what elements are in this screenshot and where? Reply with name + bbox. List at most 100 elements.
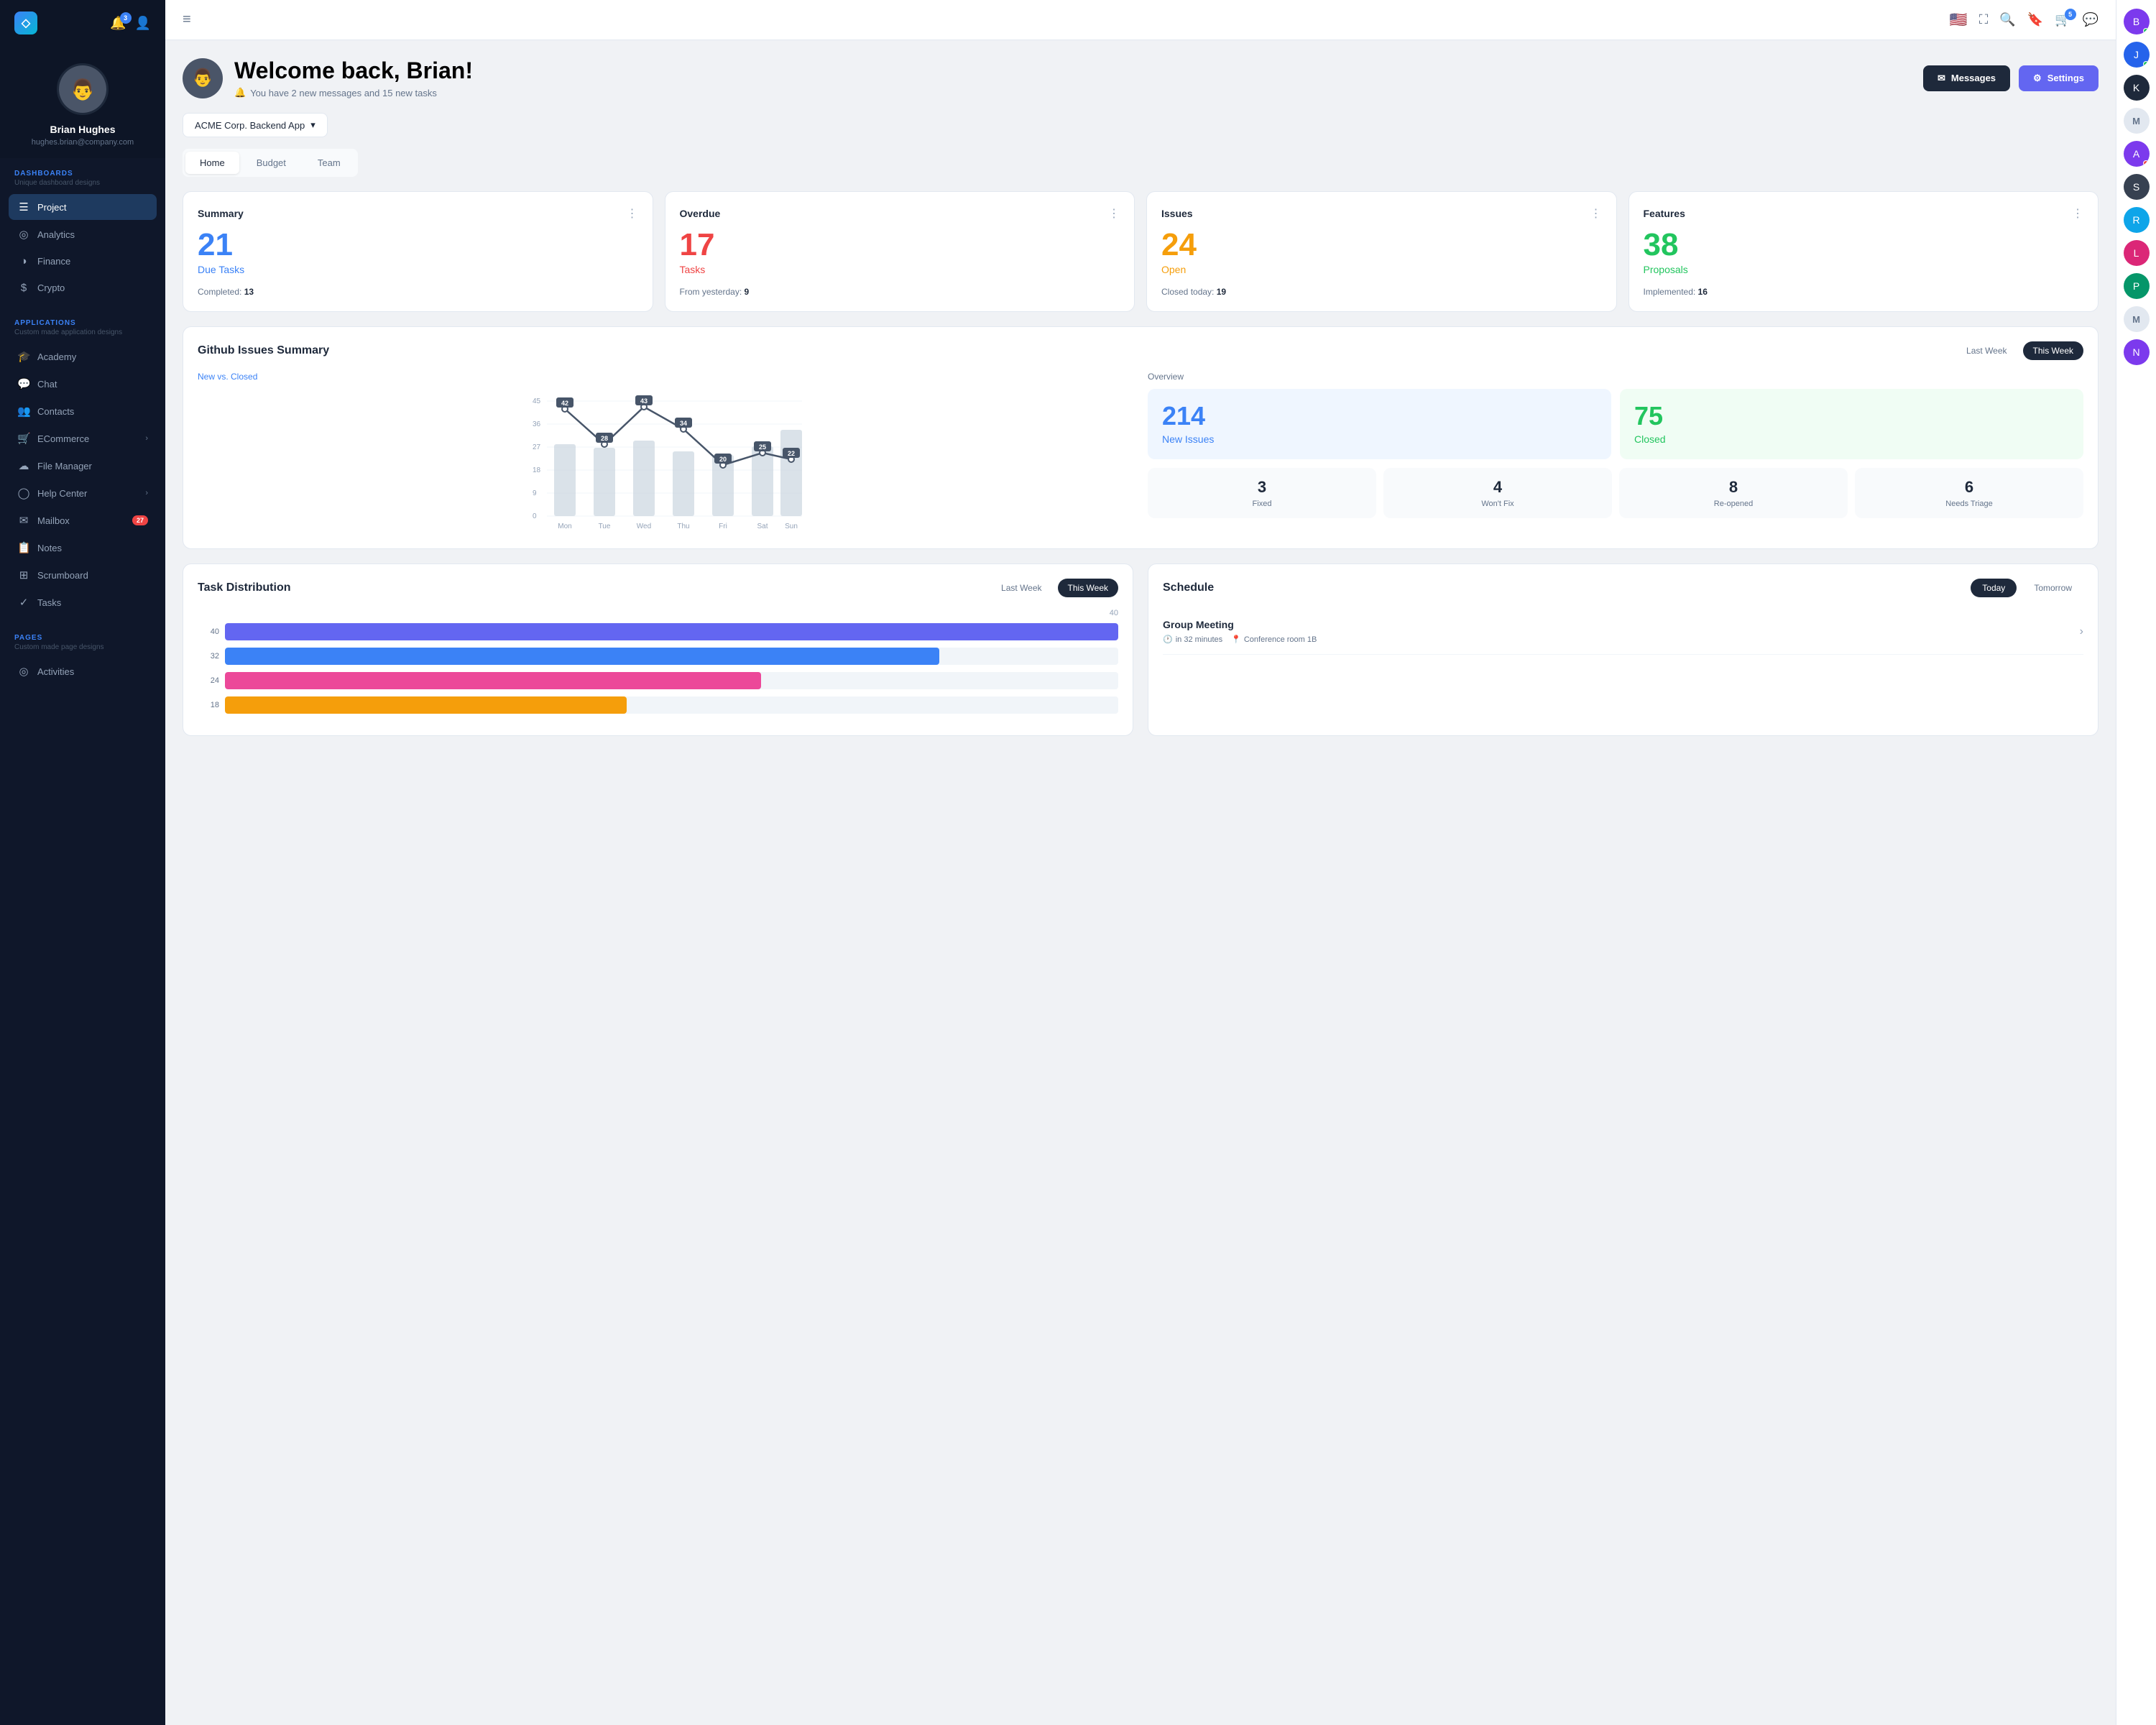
right-sidebar-user-1[interactable]: B [2124,9,2150,34]
svg-text:0: 0 [533,512,537,520]
bar-track [225,696,1118,714]
bookmark-icon[interactable]: 🔖 [2027,12,2043,27]
stat-footer-overdue: From yesterday: 9 [680,287,1120,297]
sidebar-item-notes[interactable]: 📋 Notes [9,535,157,561]
messages-icon[interactable]: 💬 [2083,12,2099,27]
github-last-week-btn[interactable]: Last Week [1956,341,2017,360]
right-sidebar-user-6[interactable]: S [2124,174,2150,200]
svg-text:9: 9 [533,489,537,497]
applications-section-label: APPLICATIONS [9,319,157,327]
user-name: Brian Hughes [50,124,115,135]
wontfix-label: Won't Fix [1391,500,1605,508]
crypto-icon: $ [17,282,30,294]
right-sidebar-user-11[interactable]: N [2124,339,2150,365]
stat-label-summary: Due Tasks [198,264,638,275]
mini-card-reopened: 8 Re-opened [1619,468,1848,518]
messages-btn-icon: ✉ [1938,73,1945,84]
stat-title-features: Features [1644,208,1685,219]
stat-menu-features[interactable]: ⋮ [2072,206,2083,221]
sidebar-item-finance[interactable]: ◑ Finance [9,249,157,274]
sidebar-item-label: Scrumboard [37,570,88,581]
profile-switcher-icon[interactable]: 👤 [135,16,151,31]
stat-menu-summary[interactable]: ⋮ [627,206,638,221]
tab-budget[interactable]: Budget [242,152,300,174]
stat-menu-overdue[interactable]: ⋮ [1108,206,1120,221]
bar-row-1: 40 [198,623,1118,640]
task-distribution-panel: Task Distribution Last Week This Week 40… [183,564,1133,736]
welcome-greeting: Welcome back, Brian! [234,58,473,84]
right-sidebar-user-9[interactable]: P [2124,273,2150,299]
messages-button[interactable]: ✉ Messages [1923,65,2010,91]
tomorrow-btn[interactable]: Tomorrow [2022,579,2083,597]
triage-label: Needs Triage [1862,500,2076,508]
profile-section: 👨 Brian Hughes hughes.brian@company.com [0,46,165,158]
app-logo[interactable]: ◇ [14,12,37,34]
svg-text:Tue: Tue [599,523,611,530]
stat-footer-summary: Completed: 13 [198,287,638,297]
settings-button[interactable]: ⚙ Settings [2019,65,2099,91]
right-sidebar-user-5[interactable]: A [2124,141,2150,167]
sidebar-item-scrumboard[interactable]: ⊞ Scrumboard [9,562,157,588]
content-area: 👨 Welcome back, Brian! 🔔 You have 2 new … [165,40,2116,1725]
svg-text:45: 45 [533,397,541,405]
sidebar-item-tasks[interactable]: ✓ Tasks [9,589,157,615]
stat-menu-issues[interactable]: ⋮ [1590,206,1602,221]
schedule-panel: Schedule Today Tomorrow Group Meeting 🕐 … [1148,564,2099,736]
mini-card-triage: 6 Needs Triage [1855,468,2083,518]
right-sidebar-user-4[interactable]: M [2124,108,2150,134]
task-dist-this-week-btn[interactable]: This Week [1058,579,1118,597]
sidebar-item-label: Finance [37,256,70,267]
search-icon[interactable]: 🔍 [1999,12,2015,27]
svg-text:34: 34 [680,420,687,427]
schedule-time-text: in 32 minutes [1176,635,1222,644]
schedule-item-meta: 🕐 in 32 minutes 📍 Conference room 1B [1163,635,1317,644]
sidebar-item-label: Mailbox [37,515,70,526]
fullscreen-icon[interactable]: ⛶ [1979,12,1989,27]
right-sidebar-user-2[interactable]: J [2124,42,2150,68]
reopened-count: 8 [1626,478,1841,497]
notification-icon[interactable]: 🔔 3 [110,16,126,31]
chevron-right-icon: › [145,434,148,443]
stat-number-summary: 21 [198,229,638,261]
sidebar-item-label: ECommerce [37,433,89,444]
stat-card-issues: Issues ⋮ 24 Open Closed today: 19 [1146,191,1617,312]
stat-number-issues: 24 [1161,229,1602,261]
sidebar-item-analytics[interactable]: ◎ Analytics [9,221,157,247]
stat-title-issues: Issues [1161,208,1193,219]
sidebar-item-helpcenter[interactable]: ◯ Help Center › [9,480,157,506]
user-avatar[interactable]: 👨 [57,63,109,115]
bar-row-4: 18 [198,696,1118,714]
flag-icon[interactable]: 🇺🇸 [1950,11,1968,29]
chevron-down-icon: ▾ [310,119,315,131]
hamburger-menu[interactable]: ≡ [183,12,191,28]
closed-issues-label: Closed [1634,433,2069,445]
svg-text:27: 27 [533,443,541,451]
right-sidebar-user-7[interactable]: R [2124,207,2150,233]
project-selector[interactable]: ACME Corp. Backend App ▾ [183,113,328,137]
stat-card-features: Features ⋮ 38 Proposals Implemented: 16 [1628,191,2099,312]
task-dist-last-week-btn[interactable]: Last Week [991,579,1051,597]
sidebar-item-filemanager[interactable]: ☁ File Manager [9,453,157,479]
tab-team[interactable]: Team [303,152,355,174]
right-sidebar-user-8[interactable]: L [2124,240,2150,266]
sidebar-item-project[interactable]: ☰ Project [9,194,157,220]
sidebar-item-mailbox[interactable]: ✉ Mailbox 27 [9,507,157,533]
sidebar-item-crypto[interactable]: $ Crypto [9,275,157,300]
applications-section-sublabel: Custom made application designs [9,328,157,336]
svg-text:Mon: Mon [558,523,571,530]
sidebar-item-chat[interactable]: 💬 Chat [9,371,157,397]
fixed-label: Fixed [1155,500,1369,508]
right-sidebar-user-10[interactable]: M [2124,306,2150,332]
cart-icon[interactable]: 🛒 5 [2055,12,2070,27]
sidebar-item-contacts[interactable]: 👥 Contacts [9,398,157,424]
svg-text:Sun: Sun [785,523,798,530]
github-this-week-btn[interactable]: This Week [2023,341,2083,360]
right-sidebar-user-3[interactable]: K [2124,75,2150,101]
sidebar-item-ecommerce[interactable]: 🛒 ECommerce › [9,426,157,451]
today-btn[interactable]: Today [1971,579,2017,597]
new-issues-label: New Issues [1162,433,1597,445]
chevron-right-icon[interactable]: › [2080,625,2083,638]
tab-home[interactable]: Home [185,152,239,174]
sidebar-item-academy[interactable]: 🎓 Academy [9,344,157,369]
sidebar-item-activities[interactable]: ◎ Activities [9,658,157,684]
